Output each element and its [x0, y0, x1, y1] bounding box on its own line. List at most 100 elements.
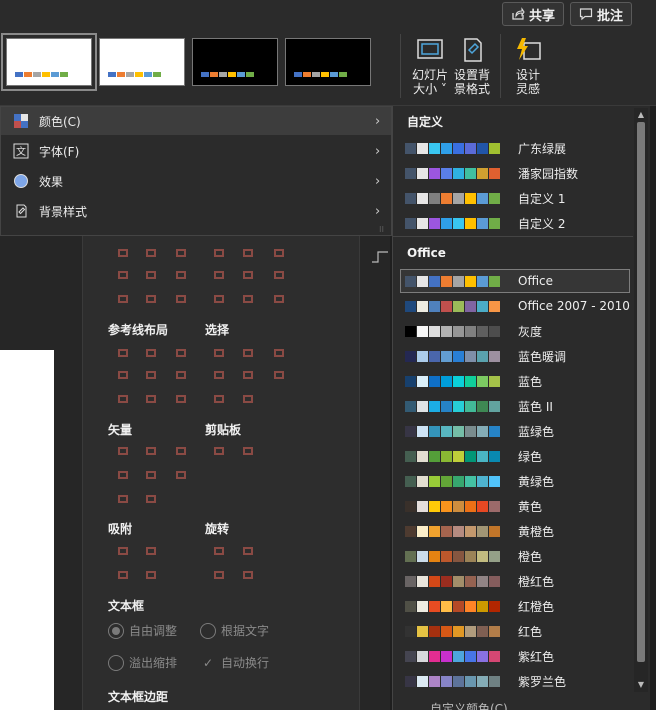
chevron-right-icon: ›	[375, 173, 381, 189]
option-overflow-shrink[interactable]: 溢出缩排	[108, 654, 177, 671]
color-scheme-item[interactable]: 红橙色	[401, 595, 629, 617]
custom-colors-link[interactable]: 自定义颜色(C)...	[430, 700, 519, 710]
submenu-scrollbar[interactable]: ▲ ▼	[634, 108, 648, 692]
share-button[interactable]: 共享	[502, 2, 565, 26]
color-scheme-item[interactable]: 蓝色 II	[401, 395, 629, 417]
tool-icon-glyph	[243, 571, 253, 579]
theme-thumbnail-3[interactable]	[192, 38, 278, 86]
tool-icon	[115, 368, 131, 382]
tool-icon-glyph	[274, 349, 284, 357]
color-swatch	[465, 501, 476, 512]
menu-item-fonts[interactable]: 文 字体(F) ›	[1, 137, 391, 165]
tool-icon-glyph	[214, 349, 224, 357]
color-swatch	[489, 651, 500, 662]
tool-icon	[271, 246, 287, 260]
color-swatch	[489, 551, 500, 562]
scheme-swatches	[405, 526, 500, 537]
option-fit-text[interactable]: 根据文字	[200, 622, 269, 639]
scroll-up-icon[interactable]: ▲	[636, 110, 646, 120]
color-scheme-item[interactable]: 红色	[401, 620, 629, 642]
scheme-swatches	[405, 301, 500, 312]
color-scheme-item[interactable]: 橙色	[401, 545, 629, 567]
custom-heading: 自定义	[407, 115, 444, 129]
tool-icon	[271, 346, 287, 360]
color-swatch	[417, 626, 428, 637]
color-scheme-item[interactable]: 黄色	[401, 495, 629, 517]
theme-thumbnail-2[interactable]	[99, 38, 185, 86]
color-swatch	[453, 376, 464, 387]
color-swatch	[405, 426, 416, 437]
design-ideas-icon	[517, 38, 541, 60]
theme-color-swatch	[108, 72, 116, 77]
tool-icon-glyph	[214, 371, 224, 379]
color-scheme-item[interactable]: 蓝绿色	[401, 420, 629, 442]
color-swatch	[441, 193, 452, 204]
comment-button[interactable]: 批注	[570, 2, 633, 26]
color-scheme-item[interactable]: 自定义 1	[401, 187, 629, 209]
color-swatch	[417, 326, 428, 337]
tool-icon-glyph	[243, 447, 253, 455]
theme-thumbnail-1[interactable]	[1, 33, 97, 91]
tool-icon	[115, 444, 131, 458]
color-swatch	[489, 168, 500, 179]
color-scheme-item[interactable]: 蓝色暖调	[401, 345, 629, 367]
option-auto-wrap-label: 自动换行	[221, 656, 270, 670]
color-swatch	[489, 426, 500, 437]
scheme-swatches	[405, 601, 500, 612]
color-scheme-item[interactable]: 潘家园指数	[401, 162, 629, 184]
color-scheme-item[interactable]: Office	[400, 269, 630, 293]
menu-item-colors[interactable]: 颜色(C) ›	[1, 107, 391, 135]
color-scheme-item[interactable]: 灰度	[401, 320, 629, 342]
scheme-swatches	[405, 551, 500, 562]
resize-grip-icon[interactable]: ⁝⁝	[379, 225, 384, 234]
color-scheme-item[interactable]: 橙红色	[401, 570, 629, 592]
color-scheme-item[interactable]: 绿色	[401, 445, 629, 467]
scrollbar-thumb[interactable]	[637, 122, 645, 662]
color-scheme-name: 紫罗兰色	[518, 674, 567, 689]
scroll-down-icon[interactable]: ▼	[636, 680, 646, 690]
color-scheme-name: 蓝色	[518, 374, 543, 389]
color-swatch	[405, 376, 416, 387]
slide-preview[interactable]	[0, 350, 54, 710]
color-scheme-name: 黄色	[518, 499, 543, 514]
color-swatch	[465, 376, 476, 387]
color-scheme-item[interactable]: 自定义 2	[401, 212, 629, 234]
menu-item-background-styles[interactable]: 背景样式 ›	[1, 197, 391, 225]
slide-size-button[interactable]: 幻灯片 大小 ˅	[408, 36, 452, 102]
theme-color-bar	[201, 72, 254, 77]
color-scheme-item[interactable]: 蓝色	[401, 370, 629, 392]
tool-icon	[240, 444, 256, 458]
color-scheme-item[interactable]: 紫罗兰色	[401, 670, 629, 692]
tool-icon	[211, 268, 227, 282]
color-swatch	[477, 501, 488, 512]
color-swatch	[489, 626, 500, 637]
color-scheme-item[interactable]: 黄绿色	[401, 470, 629, 492]
color-scheme-name: 红橙色	[518, 599, 555, 614]
scheme-swatches	[405, 168, 500, 179]
menu-item-effects[interactable]: 效果 ›	[1, 167, 391, 195]
color-swatch	[465, 551, 476, 562]
share-label: 共享	[529, 8, 556, 24]
tool-icon	[173, 292, 189, 306]
option-auto-wrap[interactable]: ✓ 自动换行	[200, 654, 269, 671]
theme-thumbnail-4[interactable]	[285, 38, 371, 86]
color-scheme-name: 自定义 1	[518, 191, 566, 206]
scheme-swatches	[405, 676, 500, 687]
color-swatch	[417, 401, 428, 412]
theme-color-swatch	[117, 72, 125, 77]
option-free-adjust[interactable]: 自由调整	[108, 622, 177, 639]
color-scheme-item[interactable]: 广东绿展	[401, 137, 629, 159]
color-scheme-item[interactable]: 紫红色	[401, 645, 629, 667]
format-background-button[interactable]: 设置背 景格式	[450, 36, 494, 102]
color-swatch	[429, 168, 440, 179]
tool-icon-glyph	[176, 249, 186, 257]
color-swatch	[477, 193, 488, 204]
color-swatch	[405, 651, 416, 662]
theme-color-swatch	[60, 72, 68, 77]
design-ideas-button[interactable]: 设计 灵感	[506, 36, 550, 102]
color-scheme-item[interactable]: 黄橙色	[401, 520, 629, 542]
color-scheme-item[interactable]: Office 2007 - 2010	[401, 295, 630, 317]
tool-icon	[143, 368, 159, 382]
tool-icon	[115, 544, 131, 558]
section-clipboard: 剪贴板	[205, 423, 242, 437]
